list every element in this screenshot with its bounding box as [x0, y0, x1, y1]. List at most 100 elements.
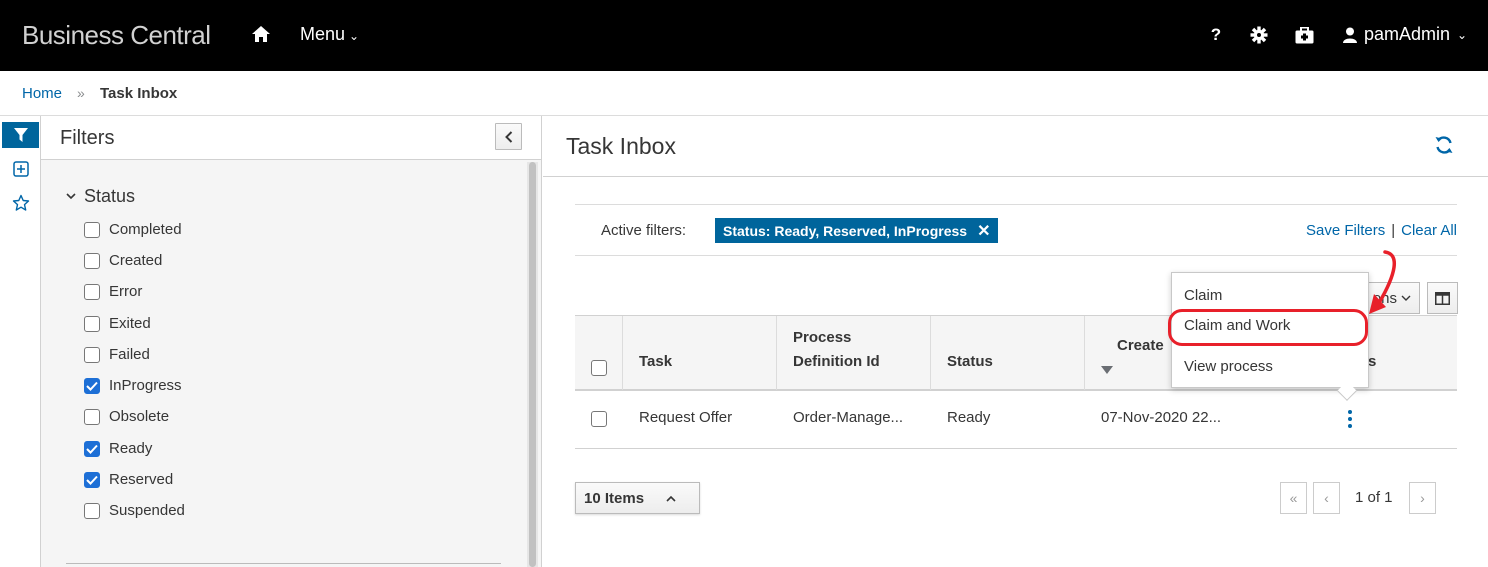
medkit-icon[interactable] — [1294, 24, 1314, 46]
table-row[interactable]: Request Offer Order-Manage... Ready 07-N… — [575, 391, 1457, 449]
remove-filter-icon[interactable]: ✕ — [977, 221, 990, 241]
filters-scrollbar[interactable] — [527, 162, 538, 567]
status-option-label: InProgress — [109, 377, 182, 394]
double-chevron-left-icon: « — [1289, 490, 1298, 506]
help-icon[interactable]: ? — [1206, 24, 1226, 46]
status-option[interactable]: Reserved — [84, 471, 173, 488]
status-option-label: Ready — [109, 440, 153, 457]
status-checkbox[interactable] — [84, 502, 100, 519]
page-title: Task Inbox — [566, 133, 676, 159]
kebab-menu-icon[interactable] — [1346, 410, 1354, 432]
header-process-definition-id[interactable]: Process Definition Id — [777, 316, 931, 390]
status-option-label: Failed — [109, 346, 150, 363]
cell-process-definition-id: Order-Manage... — [793, 409, 904, 426]
chevron-down-icon — [1401, 295, 1411, 301]
header-actions-label: s — [1368, 353, 1377, 370]
pagination-status: 1 of 1 — [1355, 489, 1393, 506]
status-checkbox[interactable] — [84, 221, 100, 238]
row-checkbox[interactable] — [591, 411, 607, 427]
status-checkbox[interactable] — [84, 346, 100, 363]
status-option-label: Reserved — [109, 471, 174, 488]
column-picker-button[interactable] — [1427, 282, 1458, 314]
status-option[interactable]: Error — [84, 283, 142, 300]
check-icon — [86, 381, 98, 391]
status-option[interactable]: Created — [84, 252, 162, 269]
add-filter-icon[interactable] — [2, 156, 39, 182]
first-page-button[interactable]: « — [1280, 482, 1307, 514]
page-size-button[interactable]: 10 Items — [575, 482, 700, 514]
row-actions-dropdown: Claim Claim and Work View process — [1171, 272, 1369, 388]
filters-header: Filters — [41, 116, 541, 160]
chevron-right-icon: › — [1420, 490, 1425, 506]
bulk-actions-label: ons — [1372, 289, 1397, 307]
status-option-label: Created — [109, 252, 163, 269]
claim-menu-item[interactable]: Claim — [1184, 287, 1222, 304]
clear-all-link[interactable]: Clear All — [1401, 222, 1457, 239]
cell-status: Ready — [947, 409, 991, 426]
cell-task: Request Offer — [639, 409, 733, 426]
status-checkbox[interactable] — [84, 315, 100, 332]
chevron-down-icon — [66, 193, 76, 200]
claim-and-work-menu-item[interactable]: Claim and Work — [1184, 317, 1290, 334]
bulk-actions-button[interactable]: ons — [1365, 282, 1420, 314]
status-option[interactable]: Exited — [84, 315, 151, 332]
status-option-label: Obsolete — [109, 408, 170, 425]
select-all-checkbox[interactable] — [591, 360, 607, 376]
columns-icon — [1435, 291, 1450, 305]
username: pamAdmin — [1364, 24, 1451, 44]
view-process-menu-item[interactable]: View process — [1184, 358, 1273, 375]
filter-icon[interactable] — [2, 122, 39, 148]
status-checkbox[interactable] — [84, 440, 100, 457]
header-task[interactable]: Task — [623, 316, 777, 390]
cell-created: 07-Nov-2020 22... — [1101, 409, 1222, 426]
filters-title: Filters — [60, 127, 115, 149]
breadcrumb-home-link[interactable]: Home — [22, 85, 62, 102]
home-icon[interactable] — [251, 24, 271, 44]
header-created-label: Create — [1117, 337, 1164, 354]
header-status[interactable]: Status — [931, 316, 1085, 390]
chevron-down-icon: ⌄ — [349, 29, 360, 43]
prev-page-button[interactable]: ‹ — [1313, 482, 1340, 514]
status-checkbox[interactable] — [84, 408, 100, 425]
star-icon[interactable] — [2, 190, 39, 216]
status-checkbox[interactable] — [84, 283, 100, 300]
status-option-label: Suspended — [109, 502, 185, 519]
refresh-icon[interactable] — [1434, 135, 1456, 157]
status-option[interactable]: Suspended — [84, 502, 185, 519]
main-header: Task Inbox — [543, 116, 1488, 177]
save-filters-link[interactable]: Save Filters — [1306, 222, 1385, 239]
user-icon — [1343, 27, 1357, 43]
divider — [66, 563, 501, 564]
page-size-label: 10 Items — [584, 489, 645, 507]
status-option-label: Exited — [109, 315, 151, 332]
scrollbar-thumb[interactable] — [529, 162, 536, 567]
header-process-definition-id-label: Process Definition Id — [793, 329, 880, 370]
chevron-up-icon — [666, 495, 676, 502]
app-brand[interactable]: Business Central — [22, 20, 211, 51]
status-option[interactable]: InProgress — [84, 377, 182, 394]
sort-desc-icon — [1101, 366, 1113, 374]
header-select-cell — [575, 316, 623, 390]
breadcrumb-separator: » — [77, 85, 85, 101]
status-option[interactable]: Ready — [84, 440, 152, 457]
status-checkbox[interactable] — [84, 377, 100, 394]
status-option[interactable]: Completed — [84, 221, 182, 238]
collapse-filters-button[interactable] — [495, 123, 522, 150]
user-menu[interactable]: pamAdmin ⌄ — [1343, 24, 1467, 45]
next-page-button[interactable]: › — [1409, 482, 1436, 514]
breadcrumb-current: Task Inbox — [100, 85, 178, 102]
gear-icon[interactable] — [1249, 24, 1269, 46]
status-filter-toggle[interactable]: Status — [66, 186, 135, 207]
chevron-left-icon — [504, 130, 512, 143]
header-task-label: Task — [639, 353, 673, 370]
top-navbar: Business Central Menu ⌄ ? pamAdmin ⌄ — [0, 0, 1488, 71]
status-checkbox[interactable] — [84, 252, 100, 269]
menu-dropdown[interactable]: Menu ⌄ — [300, 24, 359, 45]
status-checkbox[interactable] — [84, 471, 100, 488]
status-option[interactable]: Obsolete — [84, 408, 169, 425]
status-heading: Status — [84, 186, 136, 206]
check-icon — [86, 475, 98, 485]
chevron-left-icon: ‹ — [1324, 490, 1329, 506]
status-option[interactable]: Failed — [84, 346, 150, 363]
status-option-label: Completed — [109, 221, 182, 238]
